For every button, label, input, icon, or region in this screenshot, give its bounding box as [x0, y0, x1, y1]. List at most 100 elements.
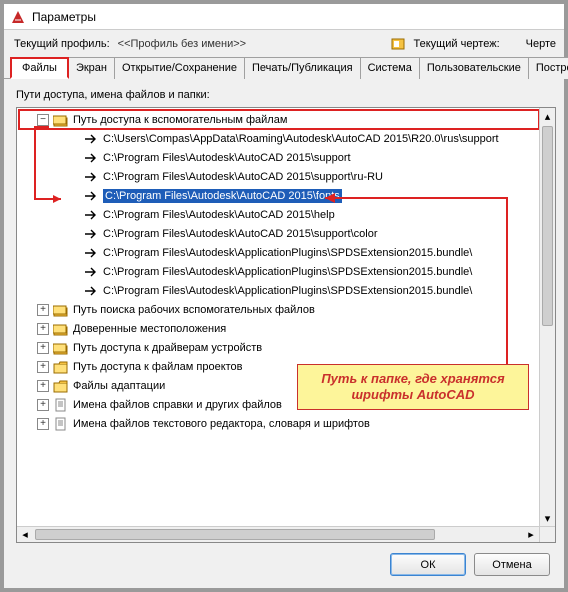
path-arrow-icon [83, 170, 99, 184]
tab-display[interactable]: Экран [68, 57, 115, 79]
cancel-button[interactable]: Отмена [474, 553, 550, 576]
drawing-icon [390, 36, 406, 52]
app-icon [10, 9, 26, 25]
dialog-footer: ОК Отмена [4, 543, 564, 588]
tree-node-label: Путь доступа к файлам проектов [73, 361, 243, 373]
tree-leaf-label: C:\Users\Compas\AppData\Roaming\Autodesk… [103, 133, 499, 145]
tab-files[interactable]: Файлы [10, 57, 69, 79]
spacer [67, 190, 79, 202]
tree-node-label: Имена файлов текстового редактора, слова… [73, 418, 370, 430]
tab-drafting[interactable]: Постро [528, 57, 568, 79]
expand-icon[interactable]: + [37, 380, 49, 392]
tab-user[interactable]: Пользовательские [419, 57, 529, 79]
tree-leaf-path[interactable]: C:\Program Files\Autodesk\AutoCAD 2015\s… [19, 148, 539, 167]
profile-row: Текущий профиль: <<Профиль без имени>> Т… [4, 30, 564, 56]
tree-leaf-path[interactable]: C:\Program Files\Autodesk\AutoCAD 2015\s… [19, 167, 539, 186]
tree-leaf-label: C:\Program Files\Autodesk\ApplicationPlu… [103, 266, 472, 278]
content-area: Пути доступа, имена файлов и папки: − Пу… [4, 79, 564, 543]
path-arrow-icon [83, 208, 99, 222]
collapse-icon[interactable]: − [37, 114, 49, 126]
horizontal-scrollbar[interactable]: ◂ ▸ [17, 526, 539, 542]
tree-leaf-label: C:\Program Files\Autodesk\AutoCAD 2015\s… [103, 228, 378, 240]
annotation-note: Путь к папке, где хранятся шрифты AutoCA… [297, 364, 529, 410]
path-arrow-icon [83, 189, 99, 203]
tree-leaf-label: C:\Program Files\Autodesk\AutoCAD 2015\h… [103, 209, 335, 221]
scroll-thumb[interactable] [35, 529, 435, 540]
scroll-down-icon[interactable]: ▾ [540, 510, 555, 526]
tree-leaf-label: C:\Program Files\Autodesk\AutoCAD 2015\s… [103, 152, 351, 164]
path-arrow-icon [83, 284, 99, 298]
folder-stack-icon [53, 113, 69, 127]
tree-leaf-path[interactable]: C:\Program Files\Autodesk\AutoCAD 2015\f… [19, 186, 539, 205]
folder-icon [53, 360, 69, 374]
path-arrow-icon [83, 151, 99, 165]
expand-icon[interactable]: + [37, 342, 49, 354]
spacer [67, 247, 79, 259]
tree-node-label: Путь доступа к драйверам устройств [73, 342, 262, 354]
titlebar[interactable]: Параметры [4, 4, 564, 30]
tree-leaf-path[interactable]: C:\Program Files\Autodesk\AutoCAD 2015\h… [19, 205, 539, 224]
tree-node[interactable]: + Путь доступа к драйверам устройств [19, 338, 539, 357]
scroll-left-icon[interactable]: ◂ [17, 527, 33, 542]
expand-icon[interactable]: + [37, 399, 49, 411]
expand-icon[interactable]: + [37, 323, 49, 335]
ok-button[interactable]: ОК [390, 553, 466, 576]
folder-icon [53, 322, 69, 336]
current-drawing-value: Черте [526, 38, 556, 50]
current-profile-label: Текущий профиль: [14, 38, 110, 50]
tree-leaf-path[interactable]: C:\Program Files\Autodesk\ApplicationPlu… [19, 281, 539, 300]
tree-node-label: Путь поиска рабочих вспомогательных файл… [73, 304, 315, 316]
folder-icon [53, 341, 69, 355]
expand-icon[interactable]: + [37, 418, 49, 430]
spacer [67, 209, 79, 221]
expand-icon[interactable]: + [37, 304, 49, 316]
tree-leaf-label: C:\Program Files\Autodesk\ApplicationPlu… [103, 247, 472, 259]
path-arrow-icon [83, 227, 99, 241]
spacer [67, 228, 79, 240]
tree-node[interactable]: + Имена файлов текстового редактора, слов… [19, 414, 539, 433]
window-title: Параметры [32, 10, 96, 24]
tree-node-label: Файлы адаптации [73, 380, 165, 392]
path-arrow-icon [83, 265, 99, 279]
tree-container: − Путь доступа к вспомогательным файлам … [16, 107, 556, 543]
spacer [67, 152, 79, 164]
tabs: Файлы Экран Открытие/Сохранение Печать/П… [4, 56, 564, 79]
tree-node-support-path[interactable]: − Путь доступа к вспомогательным файлам [19, 110, 539, 129]
tree-leaf-label: C:\Program Files\Autodesk\AutoCAD 2015\f… [103, 189, 342, 203]
scroll-up-icon[interactable]: ▴ [540, 108, 555, 124]
spacer [67, 171, 79, 183]
scroll-thumb[interactable] [542, 126, 553, 326]
tree-leaf-label: C:\Program Files\Autodesk\ApplicationPlu… [103, 285, 472, 297]
vertical-scrollbar[interactable]: ▴ ▾ [539, 108, 555, 526]
tree-leaf-path[interactable]: C:\Program Files\Autodesk\ApplicationPlu… [19, 262, 539, 281]
tab-system[interactable]: Система [360, 57, 420, 79]
scroll-right-icon[interactable]: ▸ [523, 527, 539, 542]
tree-node-label: Доверенные местоположения [73, 323, 226, 335]
options-dialog: Параметры Текущий профиль: <<Профиль без… [0, 0, 568, 592]
tab-open-save[interactable]: Открытие/Сохранение [114, 57, 245, 79]
spacer [67, 285, 79, 297]
tree[interactable]: − Путь доступа к вспомогательным файлам … [17, 108, 539, 526]
folder-icon [53, 379, 69, 393]
current-profile-value: <<Профиль без имени>> [118, 38, 390, 50]
folder-icon [53, 398, 69, 412]
current-drawing-label: Текущий чертеж: [414, 38, 500, 50]
tree-leaf-label: C:\Program Files\Autodesk\AutoCAD 2015\s… [103, 171, 383, 183]
expand-icon[interactable]: + [37, 361, 49, 373]
spacer [67, 133, 79, 145]
scroll-corner [539, 526, 555, 542]
tree-node[interactable]: + Доверенные местоположения [19, 319, 539, 338]
spacer [67, 266, 79, 278]
tree-node[interactable]: + Путь поиска рабочих вспомогательных фай… [19, 300, 539, 319]
tree-leaf-path[interactable]: C:\Users\Compas\AppData\Roaming\Autodesk… [19, 129, 539, 148]
path-arrow-icon [83, 132, 99, 146]
folder-icon [53, 417, 69, 431]
path-arrow-icon [83, 246, 99, 260]
tree-node-label: Путь доступа к вспомогательным файлам [73, 114, 287, 126]
tree-leaf-path[interactable]: C:\Program Files\Autodesk\ApplicationPlu… [19, 243, 539, 262]
tab-print[interactable]: Печать/Публикация [244, 57, 361, 79]
tree-node-label: Имена файлов справки и других файлов [73, 399, 282, 411]
folder-icon [53, 303, 69, 317]
section-label: Пути доступа, имена файлов и папки: [16, 89, 556, 101]
tree-leaf-path[interactable]: C:\Program Files\Autodesk\AutoCAD 2015\s… [19, 224, 539, 243]
